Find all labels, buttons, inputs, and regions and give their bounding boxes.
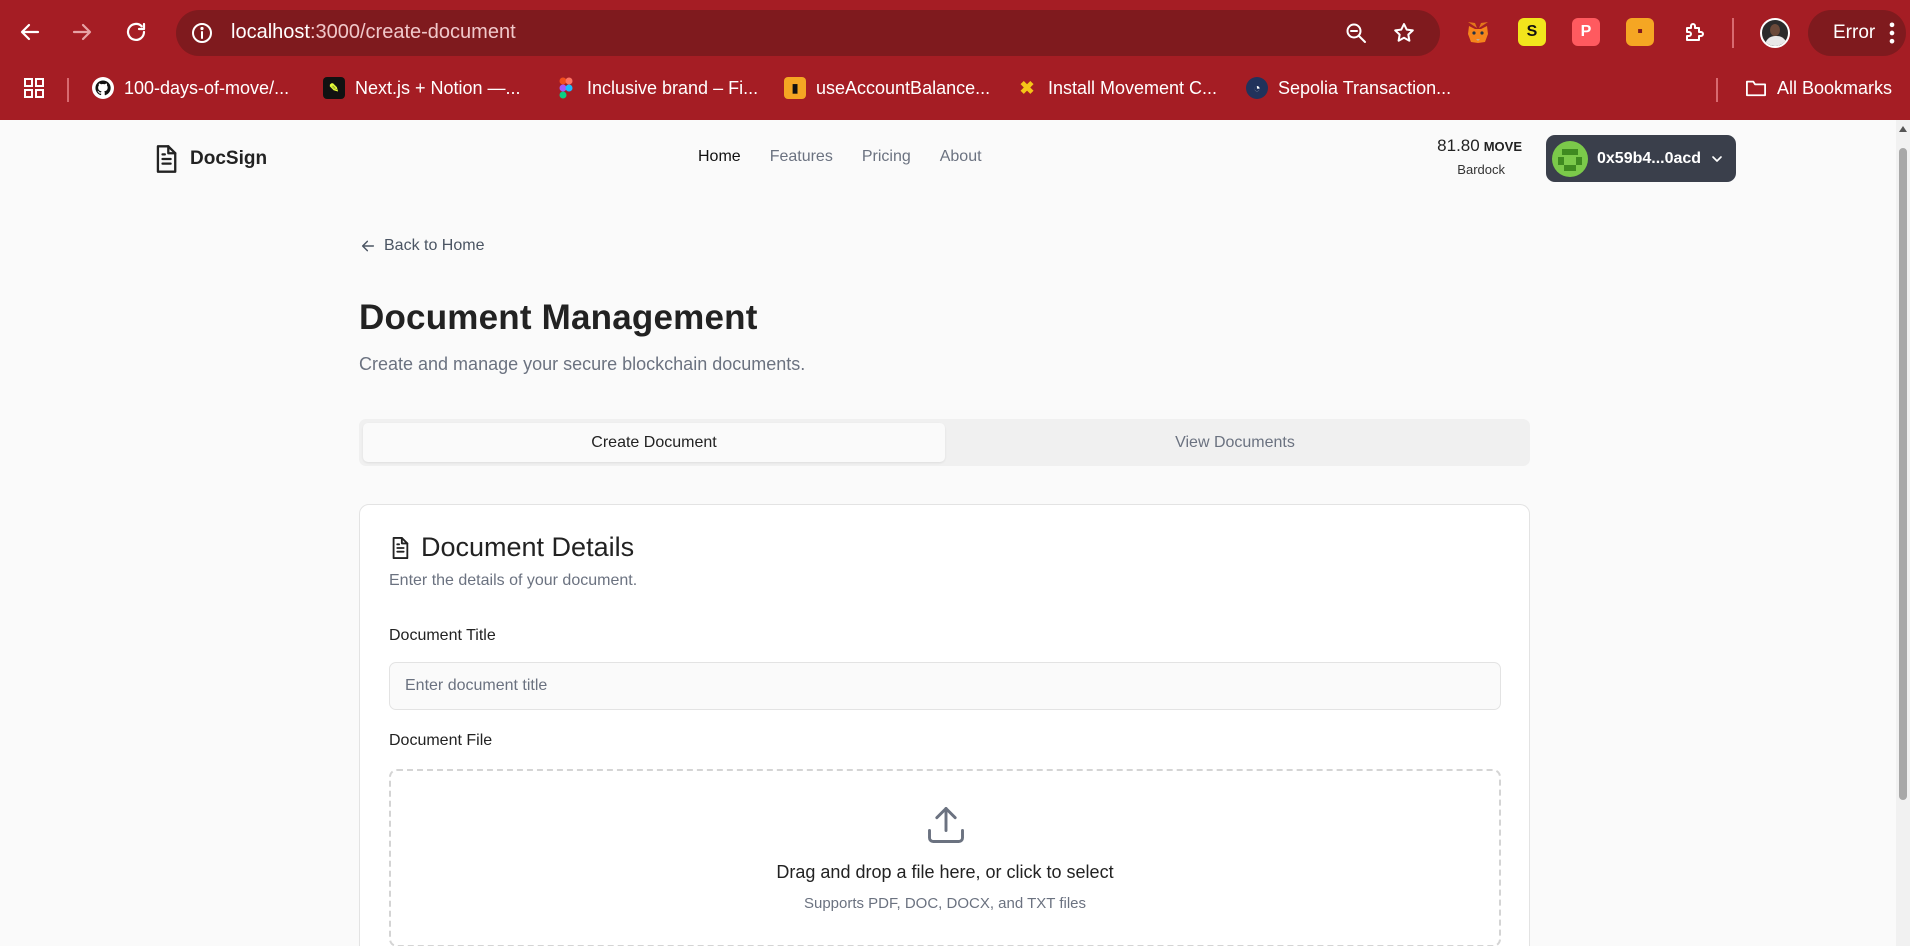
bookmarks-divider — [67, 78, 69, 102]
browser-frame: localhost:3000/create-document S P ▪ Err… — [0, 0, 1910, 120]
bookmark-item[interactable]: ✖ Install Movement C... — [1016, 75, 1217, 101]
extension-s-icon[interactable]: S — [1518, 18, 1546, 46]
scroll-up-arrow-icon[interactable] — [1899, 126, 1907, 132]
page-subtitle: Create and manage your secure blockchain… — [359, 354, 806, 374]
document-icon — [156, 145, 177, 173]
notion-leaf-icon: ✎ — [323, 77, 345, 99]
nav-features[interactable]: Features — [770, 148, 833, 166]
zoom-icon[interactable] — [1344, 21, 1368, 45]
dropzone-instruction: Drag and drop a file here, or click to s… — [776, 862, 1114, 882]
folder-icon — [1745, 77, 1767, 99]
upload-icon — [928, 807, 964, 843]
page: DocSign Home Features Pricing About 81.8… — [0, 120, 1896, 946]
document-file-label: Document File — [389, 732, 493, 749]
bookmark-item[interactable]: ◔ Sepolia Transaction... — [1246, 75, 1451, 101]
site-info-icon[interactable] — [190, 21, 214, 45]
arrow-left-icon — [361, 240, 375, 252]
all-bookmarks-label: All Bookmarks — [1777, 77, 1893, 98]
back-to-home-link[interactable]: Back to Home — [360, 237, 484, 255]
balance-unit: MOVE — [1483, 139, 1522, 154]
error-label: Error — [1833, 22, 1876, 43]
bookmark-item[interactable]: Inclusive brand – Fi... — [555, 75, 758, 101]
bookmark-star-icon[interactable] — [1392, 21, 1416, 45]
bookmark-label: useAccountBalance... — [816, 77, 991, 98]
profile-avatar[interactable] — [1760, 18, 1790, 48]
scrollbar-thumb[interactable] — [1899, 148, 1907, 800]
bookmark-label: Next.js + Notion —... — [355, 77, 521, 98]
dropzone-supported-formats: Supports PDF, DOC, DOCX, and TXT files — [803, 895, 1087, 912]
extension-p-icon[interactable]: P — [1572, 18, 1600, 46]
brand-logo[interactable]: DocSign — [152, 144, 267, 174]
bookmark-label: 100-days-of-move/... — [124, 77, 290, 98]
nav-pricing[interactable]: Pricing — [862, 148, 911, 166]
extension-wallet-icon[interactable]: ▪ — [1626, 18, 1654, 46]
page-scrollbar[interactable] — [1896, 120, 1910, 946]
file-dropzone[interactable]: Drag and drop a file here, or click to s… — [389, 769, 1501, 946]
etherscan-icon: ◔ — [1246, 77, 1268, 99]
extensions-puzzle-icon[interactable] — [1681, 18, 1709, 46]
tab-create-document[interactable]: Create Document — [363, 423, 945, 462]
card-description: Enter the details of your document. — [389, 572, 638, 589]
wallet-avatar — [1552, 140, 1588, 177]
wallet-balance: 81.80 MOVE Bardock — [1418, 136, 1522, 177]
tab-list: Create Document View Documents — [359, 419, 1530, 466]
wallet-button[interactable]: 0x59b4...0acd — [1546, 135, 1736, 182]
forward-arrow-icon[interactable] — [62, 12, 102, 52]
reload-icon[interactable] — [116, 12, 156, 52]
bookmark-item[interactable]: ▮ useAccountBalance... — [784, 75, 990, 101]
bookmark-label: Install Movement C... — [1048, 77, 1218, 98]
network-name: Bardock — [1457, 162, 1505, 177]
metamask-fox-icon[interactable] — [1464, 18, 1492, 46]
all-bookmarks-button[interactable]: All Bookmarks — [1745, 75, 1892, 101]
nav-about[interactable]: About — [940, 148, 982, 166]
github-icon — [92, 77, 114, 99]
bookmarks-bar: 100-days-of-move/... ✎ Next.js + Notion … — [0, 70, 1910, 106]
nav-home[interactable]: Home — [698, 148, 741, 166]
bookmarks-divider — [1716, 78, 1718, 102]
browser-menu-icon[interactable] — [1878, 19, 1906, 47]
document-title-input[interactable] — [389, 662, 1501, 710]
bookmark-label: Sepolia Transaction... — [1278, 77, 1452, 98]
figma-icon — [555, 77, 577, 99]
bookmark-item[interactable]: ✎ Next.js + Notion —... — [323, 75, 521, 101]
url-text[interactable]: localhost:3000/create-document — [231, 21, 516, 44]
back-label: Back to Home — [384, 237, 485, 254]
bookmark-label: Inclusive brand – Fi... — [587, 77, 759, 98]
brand-name: DocSign — [190, 148, 268, 169]
toolbar-divider — [1732, 18, 1734, 48]
page-title: Document Management — [359, 298, 758, 337]
address-bar[interactable]: localhost:3000/create-document — [176, 10, 1440, 56]
wallet-address: 0x59b4...0acd — [1597, 149, 1702, 167]
document-details-card: Document Details Enter the details of yo… — [359, 504, 1530, 946]
apps-grid-icon[interactable] — [22, 76, 46, 100]
card-title: Document Details — [421, 532, 635, 562]
tab-view-documents[interactable]: View Documents — [944, 423, 1526, 462]
wagmi-icon: ▮ — [784, 77, 806, 99]
chevron-down-icon — [1712, 155, 1722, 162]
bookmark-item[interactable]: 100-days-of-move/... — [92, 75, 289, 101]
balance-amount: 81.80 — [1437, 136, 1480, 155]
main-nav: Home Features Pricing About — [698, 148, 982, 166]
movement-icon: ✖ — [1019, 77, 1035, 98]
back-arrow-icon[interactable] — [10, 12, 50, 52]
document-title-label: Document Title — [389, 627, 496, 644]
card-header: Document Details — [389, 532, 634, 563]
profile-error-chip[interactable]: Error — [1808, 10, 1906, 56]
document-icon — [392, 536, 409, 559]
